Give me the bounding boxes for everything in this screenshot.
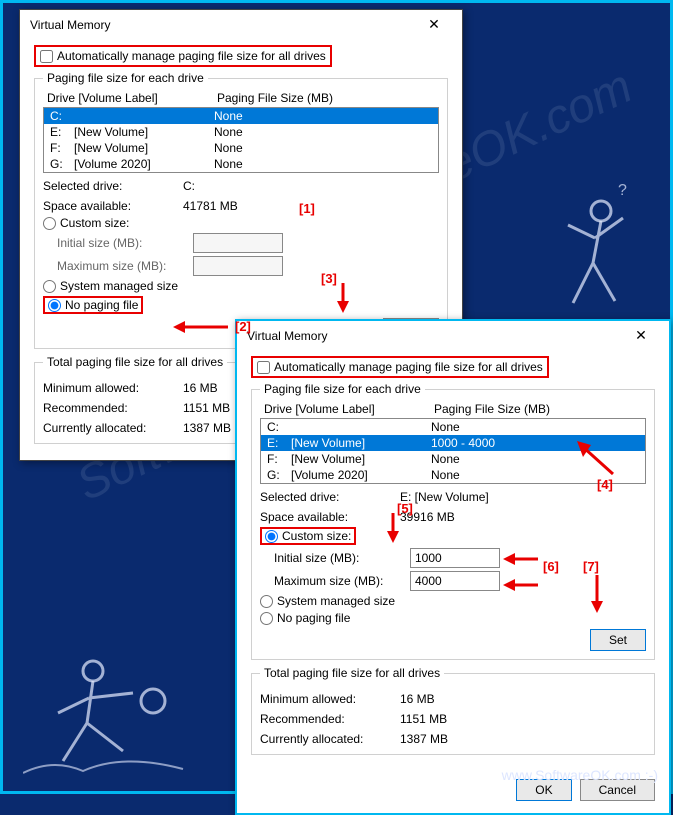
- doodle-figure-icon: [23, 643, 223, 783]
- selected-drive-value: E: [New Volume]: [400, 490, 489, 504]
- custom-size-radio[interactable]: [265, 530, 278, 543]
- selected-drive-value: C:: [183, 179, 195, 193]
- drive-row[interactable]: G:[Volume 2020]None: [261, 467, 645, 483]
- auto-manage-checkbox[interactable]: Automatically manage paging file size fo…: [251, 356, 549, 378]
- drive-row[interactable]: G:[Volume 2020]None: [44, 156, 438, 172]
- auto-manage-checkbox[interactable]: Automatically manage paging file size fo…: [34, 45, 332, 67]
- space-label: Space available:: [260, 510, 400, 524]
- drive-list[interactable]: C:NoneE:[New Volume]NoneF:[New Volume]No…: [43, 107, 439, 173]
- titlebar: Virtual Memory ✕: [237, 321, 669, 350]
- doodle-figure-icon: ?: [523, 183, 643, 323]
- no-paging-radio[interactable]: [260, 612, 273, 625]
- system-managed-label: System managed size: [277, 594, 395, 608]
- auto-manage-label: Automatically manage paging file size fo…: [274, 360, 543, 374]
- rec-value: 1151 MB: [183, 401, 230, 415]
- drive-group-legend: Paging file size for each drive: [260, 382, 425, 396]
- max-size-input: [193, 256, 283, 276]
- auto-manage-check-input[interactable]: [257, 361, 270, 374]
- initial-size-label: Initial size (MB):: [57, 236, 187, 250]
- initial-size-input[interactable]: [410, 548, 500, 568]
- max-size-input[interactable]: [410, 571, 500, 591]
- drive-row[interactable]: E:[New Volume]1000 - 4000: [261, 435, 645, 451]
- auto-manage-label: Automatically manage paging file size fo…: [57, 49, 326, 63]
- max-size-label: Maximum size (MB):: [274, 574, 404, 588]
- auto-manage-check-input[interactable]: [40, 50, 53, 63]
- set-button[interactable]: Set: [590, 629, 646, 651]
- rec-value: 1151 MB: [400, 712, 447, 726]
- rec-label: Recommended:: [260, 712, 400, 726]
- rec-label: Recommended:: [43, 401, 183, 415]
- min-label: Minimum allowed:: [43, 381, 183, 395]
- drive-row[interactable]: E:[New Volume]None: [44, 124, 438, 140]
- no-paging-label: No paging file: [65, 298, 138, 312]
- virtual-memory-dialog-2: Virtual Memory ✕ Automatically manage pa…: [235, 319, 671, 815]
- min-value: 16 MB: [183, 381, 218, 395]
- initial-size-input: [193, 233, 283, 253]
- custom-size-label: Custom size:: [282, 529, 351, 543]
- max-size-label: Maximum size (MB):: [57, 259, 187, 273]
- space-value: 41781 MB: [183, 199, 238, 213]
- totals-legend: Total paging file size for all drives: [260, 666, 444, 680]
- drive-row[interactable]: F:[New Volume]None: [44, 140, 438, 156]
- totals-legend: Total paging file size for all drives: [43, 355, 227, 369]
- drive-group: Paging file size for each drive Drive [V…: [251, 382, 655, 660]
- cur-value: 1387 MB: [183, 421, 231, 435]
- drive-group-legend: Paging file size for each drive: [43, 71, 208, 85]
- cur-label: Currently allocated:: [43, 421, 183, 435]
- system-managed-radio[interactable]: [43, 280, 56, 293]
- header-size: Paging File Size (MB): [217, 91, 333, 105]
- header-drive: Drive [Volume Label]: [264, 402, 434, 416]
- drive-row[interactable]: F:[New Volume]None: [261, 451, 645, 467]
- svg-text:?: ?: [618, 183, 627, 199]
- drive-row[interactable]: C:None: [44, 108, 438, 124]
- footer-url: www.SoftwareOK.com :-): [502, 767, 658, 783]
- header-size: Paging File Size (MB): [434, 402, 550, 416]
- dialog-title: Virtual Memory: [247, 329, 327, 343]
- drive-list-header: Drive [Volume Label] Paging File Size (M…: [43, 91, 439, 107]
- selected-drive-label: Selected drive:: [43, 179, 183, 193]
- initial-size-label: Initial size (MB):: [274, 551, 404, 565]
- drive-list[interactable]: C:NoneE:[New Volume]1000 - 4000F:[New Vo…: [260, 418, 646, 484]
- titlebar: Virtual Memory ✕: [20, 10, 462, 39]
- system-managed-radio[interactable]: [260, 595, 273, 608]
- header-drive: Drive [Volume Label]: [47, 91, 217, 105]
- no-paging-radio[interactable]: [48, 299, 61, 312]
- custom-size-label: Custom size:: [60, 216, 129, 230]
- drive-row[interactable]: C:None: [261, 419, 645, 435]
- system-managed-label: System managed size: [60, 279, 178, 293]
- close-icon[interactable]: ✕: [621, 327, 661, 344]
- drive-list-header: Drive [Volume Label] Paging File Size (M…: [260, 402, 646, 418]
- totals-group: Total paging file size for all drives Mi…: [251, 666, 655, 755]
- dialog-title: Virtual Memory: [30, 18, 110, 32]
- space-value: 39916 MB: [400, 510, 455, 524]
- selected-drive-label: Selected drive:: [260, 490, 400, 504]
- drive-group: Paging file size for each drive Drive [V…: [34, 71, 448, 349]
- cur-value: 1387 MB: [400, 732, 448, 746]
- min-value: 16 MB: [400, 692, 435, 706]
- min-label: Minimum allowed:: [260, 692, 400, 706]
- close-icon[interactable]: ✕: [414, 16, 454, 33]
- custom-size-radio[interactable]: [43, 217, 56, 230]
- cur-label: Currently allocated:: [260, 732, 400, 746]
- space-label: Space available:: [43, 199, 183, 213]
- no-paging-label: No paging file: [277, 611, 350, 625]
